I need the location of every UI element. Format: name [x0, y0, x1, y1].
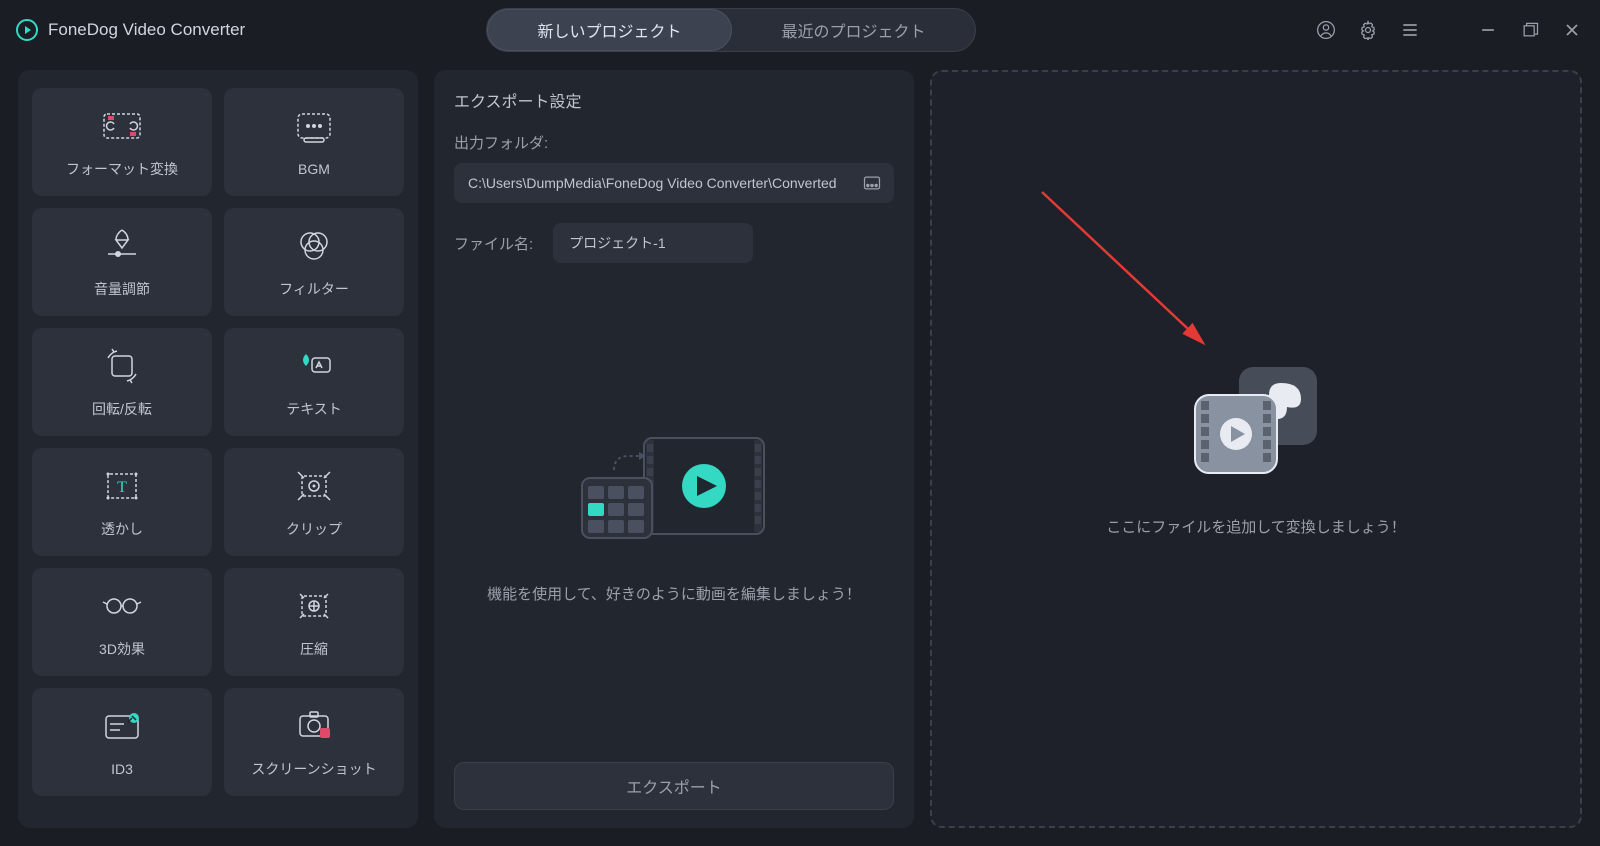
drop-hint: ここにファイルを追加して変換しましょう！ [1106, 516, 1406, 537]
tools-sidebar: フォーマット変換 BGM 音量調節 フィルター回転/反転 テキスト T 透かし クリップ 3D効… [18, 70, 418, 828]
export-button[interactable]: エクスポート [454, 762, 894, 810]
tool-card-watermark[interactable]: T 透かし [32, 448, 212, 556]
tool-label: ID3 [111, 761, 133, 777]
export-panel: エクスポート設定 出力フォルダ: C:\Users\DumpMedia\Fone… [434, 70, 914, 828]
tool-card-screenshot[interactable]: スクリーンショット [224, 688, 404, 796]
titlebar: FoneDog Video Converter 新しいプロジェクト 最近のプロジ… [0, 0, 1600, 60]
tool-label: 3D効果 [99, 639, 145, 659]
tab-new-project[interactable]: 新しいプロジェクト [487, 9, 732, 51]
screenshot-icon [290, 705, 338, 747]
tool-card-volume[interactable]: 音量調節 [32, 208, 212, 316]
3d-icon [98, 585, 146, 627]
svg-text:T: T [117, 479, 127, 496]
drop-zone[interactable]: ここにファイルを追加して変換しましょう！ [930, 70, 1582, 828]
tool-label: クリップ [286, 519, 342, 539]
app-logo: FoneDog Video Converter [16, 19, 486, 41]
tool-label: 透かし [101, 519, 143, 539]
maximize-button[interactable] [1518, 18, 1542, 42]
filename-input[interactable] [553, 223, 753, 263]
compress-icon [290, 585, 338, 627]
editor-illustration: 機能を使用して、好きのように動画を編集しましょう！ [454, 263, 894, 762]
output-folder-row: C:\Users\DumpMedia\FoneDog Video Convert… [454, 163, 894, 203]
tool-label: 音量調節 [94, 279, 150, 299]
tool-card-text[interactable]: テキスト [224, 328, 404, 436]
tool-label: フォーマット変換 [66, 159, 178, 179]
tool-label: スクリーンショット [251, 759, 376, 779]
filter-icon [290, 225, 338, 267]
rotate-icon [98, 345, 146, 387]
output-folder-path: C:\Users\DumpMedia\FoneDog Video Convert… [468, 175, 860, 191]
app-logo-icon [16, 19, 38, 41]
tab-group: 新しいプロジェクト 最近のプロジェクト [486, 8, 976, 52]
browse-folder-button[interactable] [860, 171, 884, 195]
output-folder-label: 出力フォルダ: [454, 132, 894, 153]
window-controls [1314, 18, 1584, 42]
id3-icon [98, 707, 146, 749]
user-icon[interactable] [1314, 18, 1338, 42]
text-icon [290, 345, 338, 387]
tool-card-compress[interactable]: 圧縮 [224, 568, 404, 676]
tool-card-3d[interactable]: 3D効果 [32, 568, 212, 676]
tab-recent-projects[interactable]: 最近のプロジェクト [732, 9, 975, 51]
tool-label: BGM [298, 161, 330, 177]
tool-label: テキスト [286, 399, 342, 419]
tool-card-filter[interactable]: フィルター [224, 208, 404, 316]
editor-hint: 機能を使用して、好きのように動画を編集しましょう！ [487, 582, 861, 608]
tool-card-format-convert[interactable]: フォーマット変換 [32, 88, 212, 196]
tool-label: 回転/反転 [92, 399, 152, 419]
volume-icon [98, 225, 146, 267]
app-title: FoneDog Video Converter [48, 20, 245, 40]
tool-card-clip[interactable]: クリップ [224, 448, 404, 556]
format-convert-icon [98, 105, 146, 147]
tool-label: フィルター [279, 279, 349, 299]
export-title: エクスポート設定 [454, 88, 894, 112]
close-button[interactable] [1560, 18, 1584, 42]
clip-icon [290, 465, 338, 507]
watermark-icon: T [98, 465, 146, 507]
bgm-icon [290, 107, 338, 149]
tool-card-bgm[interactable]: BGM [224, 88, 404, 196]
drop-illustration-icon [1181, 361, 1331, 486]
filename-label: ファイル名: [454, 233, 533, 254]
tool-card-id3[interactable]: ID3 [32, 688, 212, 796]
gear-icon[interactable] [1356, 18, 1380, 42]
tool-card-rotate[interactable]: 回転/反転 [32, 328, 212, 436]
tool-label: 圧縮 [300, 639, 328, 659]
minimize-button[interactable] [1476, 18, 1500, 42]
menu-icon[interactable] [1398, 18, 1422, 42]
